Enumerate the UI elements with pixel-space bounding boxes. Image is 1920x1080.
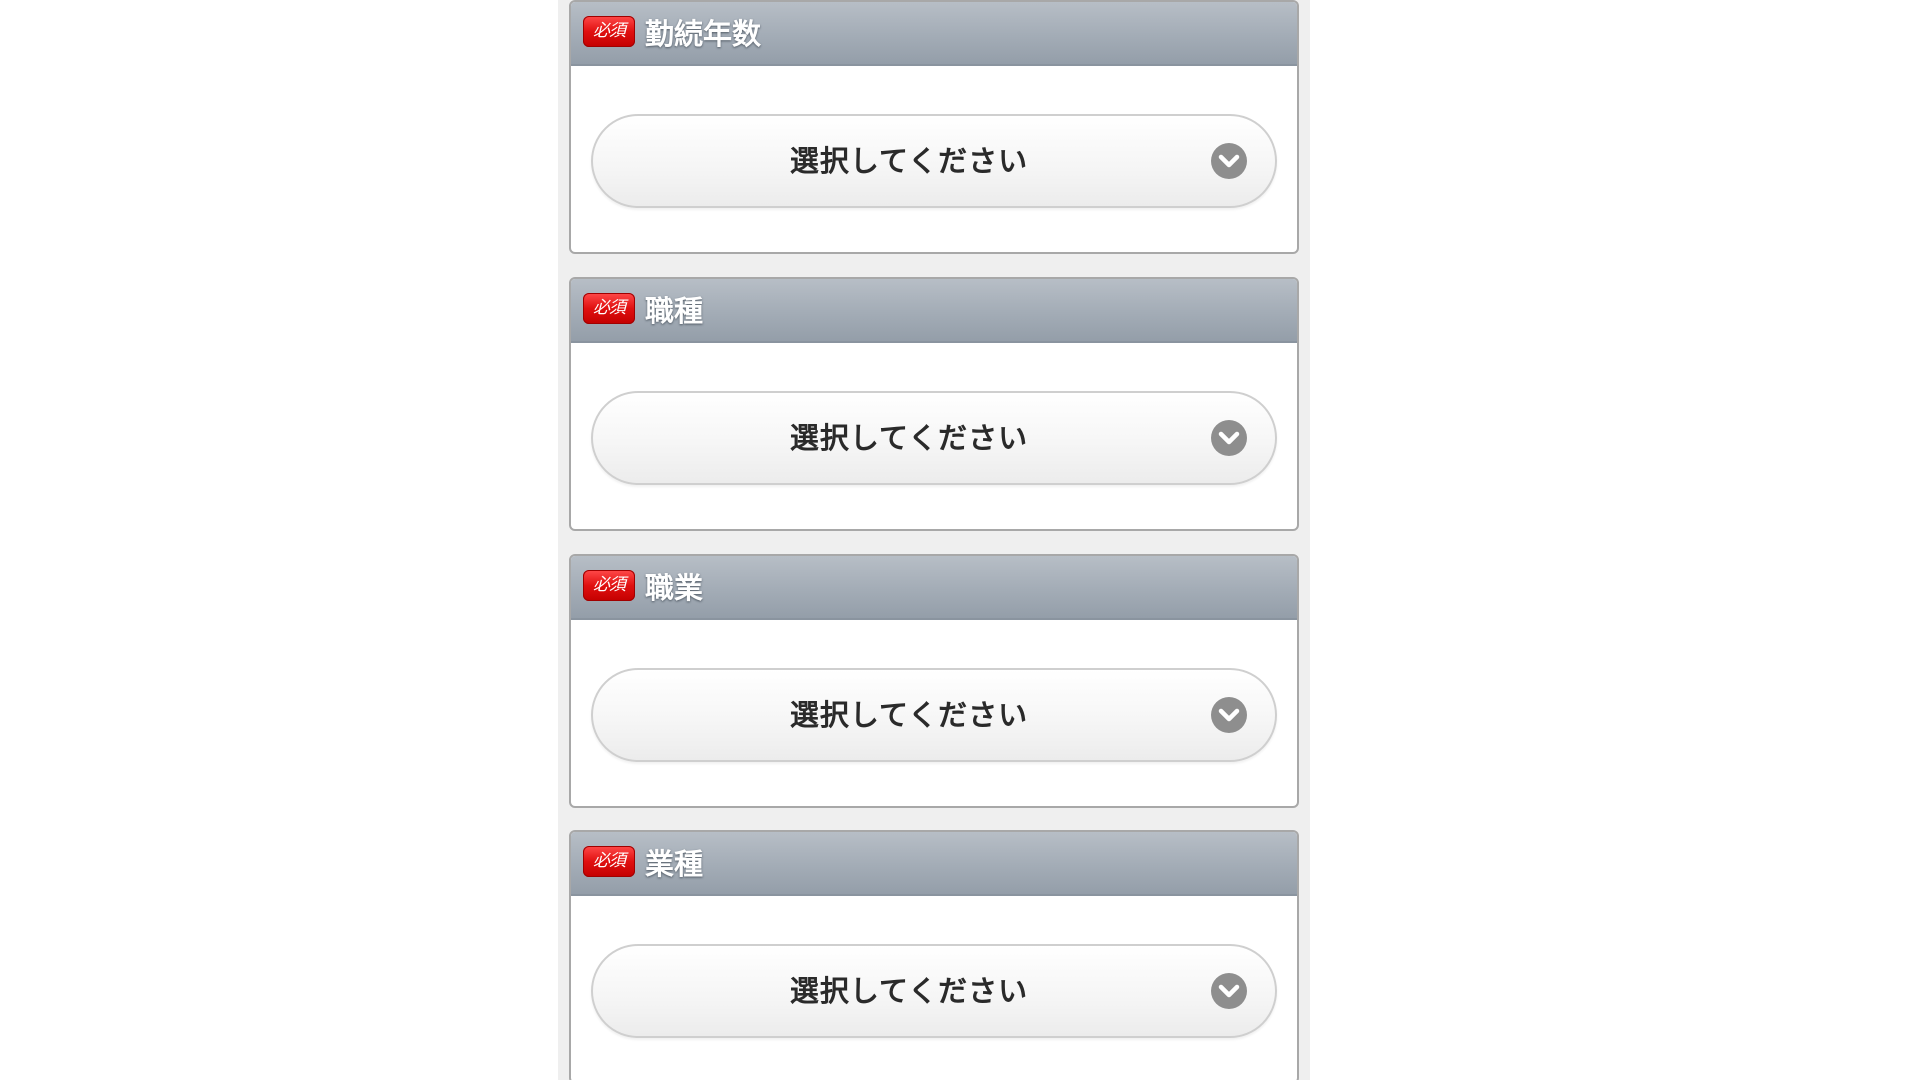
section-header: 必須 職業 [571,556,1297,620]
chevron-down-icon [1211,697,1247,733]
job-type-select[interactable]: 選択してください [591,391,1277,485]
required-badge: 必須 [583,16,635,47]
required-badge: 必須 [583,846,635,877]
section-title: 職業 [645,571,704,605]
form-section-job-type: 必須 職種 選択してください [569,277,1299,531]
required-badge: 必須 [583,293,635,324]
form-column: 必須 勤続年数 選択してください 必須 職種 選択してください 必須 職業 選択… [558,0,1310,1080]
select-value: 選択してください [789,421,1029,455]
page: 必須 勤続年数 選択してください 必須 職種 選択してください 必須 職業 選択… [0,0,1920,1080]
section-title: 職種 [645,294,704,328]
chevron-down-icon [1211,973,1247,1009]
chevron-down-icon [1211,143,1247,179]
form-section-occupation: 必須 職業 選択してください [569,554,1299,808]
form-section-tenure: 必須 勤続年数 選択してください [569,0,1299,254]
select-value: 選択してください [789,144,1029,178]
section-header: 必須 勤続年数 [571,2,1297,66]
required-badge: 必須 [583,570,635,601]
industry-select[interactable]: 選択してください [591,944,1277,1038]
chevron-down-icon [1211,420,1247,456]
section-title: 勤続年数 [645,17,762,51]
section-header: 必須 業種 [571,832,1297,896]
select-value: 選択してください [789,698,1029,732]
occupation-select[interactable]: 選択してください [591,668,1277,762]
tenure-select[interactable]: 選択してください [591,114,1277,208]
select-value: 選択してください [789,974,1029,1008]
section-header: 必須 職種 [571,279,1297,343]
section-title: 業種 [645,847,704,881]
form-section-industry: 必須 業種 選択してください [569,830,1299,1080]
